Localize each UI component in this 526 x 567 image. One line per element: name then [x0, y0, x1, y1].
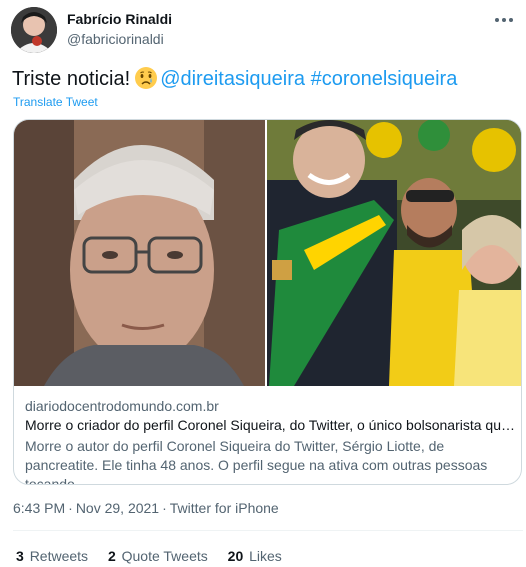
divider [13, 530, 523, 531]
meta-separator: · [68, 500, 73, 516]
card-domain: diariodocentrodomundo.com.br [25, 398, 219, 414]
tweet-header: Fabrício Rinaldi @fabriciorinaldi [11, 7, 517, 53]
retweets-stat[interactable]: 3 Retweets [16, 548, 88, 564]
author-handle[interactable]: @fabriciorinaldi [67, 31, 164, 47]
likes-label: Likes [249, 548, 282, 564]
tweet-date[interactable]: Nov 29, 2021 [76, 500, 159, 516]
likes-count: 20 [227, 548, 244, 564]
link-card[interactable]: diariodocentrodomundo.com.br Morre o cri… [13, 119, 522, 485]
quotes-label: Quote Tweets [121, 548, 208, 564]
likes-stat[interactable]: 20 Likes [228, 548, 282, 564]
more-options-icon[interactable] [495, 13, 515, 27]
meta-separator: · [162, 500, 167, 516]
hashtag-link[interactable]: #coronelsiqueira [311, 68, 458, 90]
tweet-source[interactable]: Twitter for iPhone [170, 500, 279, 516]
card-title: Morre o criador do perfil Coronel Siquei… [25, 417, 515, 433]
crying-face-icon [134, 66, 158, 90]
author-name[interactable]: Fabrício Rinaldi [67, 11, 172, 27]
tweet-stats: 3 Retweets 2 Quote Tweets 20 Likes [16, 548, 298, 564]
mention-link[interactable]: @direitasiqueira [160, 68, 305, 90]
tweet-time[interactable]: 6:43 PM [13, 500, 65, 516]
retweets-label: Retweets [29, 548, 89, 564]
tweet-lead-text: Triste noticia! [12, 68, 131, 90]
card-image [14, 120, 521, 386]
quotes-count: 2 [107, 548, 116, 564]
tweet-meta: 6:43 PM · Nov 29, 2021 · Twitter for iPhone [13, 500, 279, 516]
card-description: Morre o autor do perfil Coronel Siqueira… [25, 438, 488, 485]
translate-tweet-link[interactable]: Translate Tweet [13, 95, 98, 109]
quote-tweets-stat[interactable]: 2 Quote Tweets [108, 548, 208, 564]
retweets-count: 3 [16, 548, 24, 564]
tweet-text: Triste noticia! @direitasiqueira #corone… [12, 66, 457, 92]
avatar[interactable] [11, 7, 57, 53]
